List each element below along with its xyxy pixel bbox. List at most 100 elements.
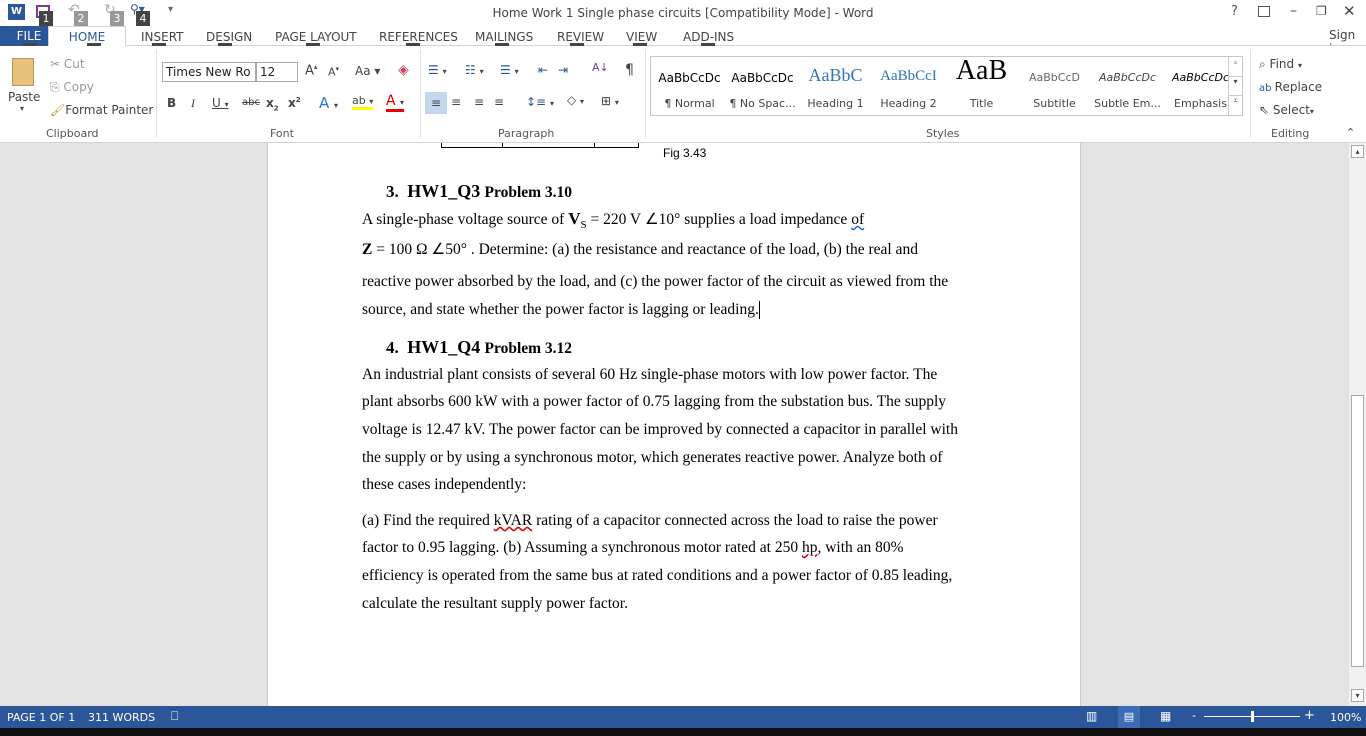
align-right-button[interactable]: ≡ <box>474 95 484 109</box>
scroll-down-button[interactable]: ▾ <box>1351 689 1364 702</box>
line-spacing-button[interactable]: ↕≡ ▾ <box>526 95 554 109</box>
zoom-in-button[interactable]: + <box>1304 708 1315 723</box>
page-count[interactable]: PAGE 1 OF 1 <box>7 711 75 724</box>
chevron-down-icon: ▾ <box>20 104 25 113</box>
heading-subtitle: Problem 3.12 <box>484 340 573 357</box>
bold-button[interactable]: B <box>167 96 176 110</box>
multilevel-list-button[interactable]: ☰ ▾ <box>500 63 519 77</box>
cursor-icon: ⇖ <box>1259 103 1273 117</box>
paragraph-line: A single-phase voltage source of VS = 22… <box>362 209 864 231</box>
style-emphasis[interactable]: AaBbCcDc Emphasis <box>1164 57 1237 115</box>
collapse-ribbon-icon[interactable]: ⌃ <box>1346 126 1355 139</box>
style-normal[interactable]: AaBbCcDc ¶ Normal <box>653 57 726 115</box>
style-name: Title <box>969 97 994 110</box>
help-button[interactable]: ? <box>1231 4 1238 19</box>
copy-label: Copy <box>63 80 94 94</box>
scroll-thumb[interactable] <box>1351 395 1364 667</box>
numbering-button[interactable]: ☷ ▾ <box>465 63 484 77</box>
style-title[interactable]: AaB Title <box>945 55 1018 115</box>
scroll-up-button[interactable]: ▴ <box>1351 145 1364 158</box>
style-preview: AaBbCcDc <box>658 71 721 85</box>
justify-button[interactable]: ≡ <box>494 95 504 109</box>
style-subtle-emphasis[interactable]: AaBbCcDc Subtle Em... <box>1091 57 1164 115</box>
tab-design[interactable]: DESIGN <box>206 30 252 44</box>
read-mode-icon[interactable]: ▥ <box>1086 709 1097 723</box>
grow-font-button[interactable]: A▴ <box>305 63 317 78</box>
copy-icon: ⎘ <box>50 80 64 94</box>
shading-button[interactable]: ◇ ▾ <box>567 93 584 107</box>
tab-references[interactable]: REFERENCES <box>379 30 458 44</box>
tab-mailings[interactable]: MAILINGS <box>475 30 533 44</box>
status-bar: PAGE 1 OF 1 311 WORDS ⎕ ▥ ▤ ▦ - + 100% <box>0 706 1366 728</box>
zoom-slider-thumb[interactable] <box>1251 711 1254 722</box>
text-effects-button[interactable]: A ▾ <box>319 94 338 112</box>
style-no-spacing[interactable]: AaBbCcDc ¶ No Spac... <box>726 57 799 115</box>
underline-button[interactable]: U ▾ <box>212 96 229 110</box>
replace-button[interactable]: ab Replace <box>1259 80 1322 94</box>
style-heading-1[interactable]: AaBbC Heading 1 <box>799 57 872 115</box>
styles-scroll-up-icon[interactable]: ▴ <box>1228 57 1242 76</box>
ribbon-display-options-icon[interactable] <box>1258 6 1270 17</box>
align-center-button[interactable]: ≡ <box>451 95 461 109</box>
find-button[interactable]: ⌕ Find ▾ <box>1259 57 1302 72</box>
tab-review[interactable]: REVIEW <box>557 30 604 44</box>
sort-button[interactable]: A↓ <box>592 61 609 74</box>
decrease-indent-button[interactable]: ⇤ <box>538 63 548 77</box>
bullets-button[interactable]: ☰ ▾ <box>428 63 447 77</box>
subscript-button[interactable]: x2 <box>266 96 279 112</box>
web-layout-icon[interactable]: ▦ <box>1160 709 1171 723</box>
borders-button[interactable]: ⊞ ▾ <box>601 94 619 108</box>
tab-insert[interactable]: INSERT <box>141 30 184 44</box>
select-button[interactable]: ⇖ Select▾ <box>1259 103 1314 117</box>
superscript-button[interactable]: x2 <box>288 96 301 110</box>
highlight-color-button[interactable]: ab ▾ <box>352 94 374 110</box>
strikethrough-button[interactable]: abc <box>242 97 260 108</box>
cut-button[interactable]: ✂ Cut <box>50 57 85 71</box>
style-preview: AaBbCcDc <box>1098 71 1157 84</box>
format-painter-button[interactable]: 🖌Format Painter <box>50 103 153 117</box>
style-name: Emphasis <box>1174 97 1227 110</box>
tab-page-layout[interactable]: PAGE LAYOUT <box>275 30 357 44</box>
font-color-button[interactable]: A ▾ <box>386 93 405 112</box>
paste-button[interactable]: Paste ▾ <box>8 58 40 118</box>
copy-button[interactable]: ⎘ Copy <box>50 80 94 95</box>
styles-more-icon[interactable]: ⩡ <box>1228 95 1242 115</box>
print-layout-icon[interactable]: ▤ <box>1118 706 1140 728</box>
style-subtitle[interactable]: AaBbCcD Subtitle <box>1018 57 1091 115</box>
style-name: Heading 1 <box>807 97 864 110</box>
group-label-paragraph: Paragraph <box>498 127 555 140</box>
minimize-button[interactable]: – <box>1290 3 1297 19</box>
word-count[interactable]: 311 WORDS <box>88 711 155 724</box>
restore-button[interactable]: ❐ <box>1316 4 1327 18</box>
style-name: Subtle Em... <box>1094 97 1161 110</box>
zoom-out-button[interactable]: - <box>1192 709 1196 722</box>
font-name-select[interactable]: Times New Ro <box>162 62 256 82</box>
paragraph-line: these cases independently: <box>362 476 527 493</box>
zoom-level[interactable]: 100% <box>1330 711 1361 724</box>
tab-view[interactable]: VIEW <box>626 30 657 44</box>
find-label: Find <box>1269 57 1295 71</box>
italic-button[interactable]: I <box>191 96 195 111</box>
style-heading-2[interactable]: AaBbCcI Heading 2 <box>872 57 945 115</box>
proofing-icon[interactable]: ⎕ <box>171 709 178 724</box>
styles-scroll-down-icon[interactable]: ▾ <box>1228 76 1242 95</box>
tab-add-ins[interactable]: ADD-INS <box>683 30 734 44</box>
paragraph-line: source, and state whether the power fact… <box>362 301 760 320</box>
align-left-button[interactable]: ≡ <box>425 92 447 114</box>
group-label-styles: Styles <box>926 127 960 140</box>
styles-gallery: AaBbCcDc ¶ Normal AaBbCcDc ¶ No Spac... Aa… <box>650 55 1243 116</box>
close-button[interactable]: ✕ <box>1343 2 1356 20</box>
paragraph-line: calculate the resultant supply power fac… <box>362 595 628 612</box>
shrink-font-button[interactable]: A▾ <box>328 65 339 79</box>
scissors-icon: ✂ <box>50 57 64 71</box>
font-size-select[interactable]: 12 <box>256 62 298 82</box>
clear-formatting-icon[interactable]: ◈ <box>398 62 409 78</box>
heading-title: HW1_Q4 <box>407 337 481 357</box>
change-case-button[interactable]: Aa ▾ <box>355 64 380 78</box>
vertical-scrollbar[interactable]: ▴ ▾ <box>1349 143 1366 706</box>
show-hide-marks-button[interactable]: ¶ <box>625 62 634 78</box>
style-preview: AaBbCcI <box>880 68 937 84</box>
heading-subtitle: Problem 3.10 <box>484 184 573 201</box>
increase-indent-button[interactable]: ⇥ <box>558 63 568 77</box>
q3-heading: 3. HW1_Q3 Problem 3.10 <box>386 181 572 202</box>
